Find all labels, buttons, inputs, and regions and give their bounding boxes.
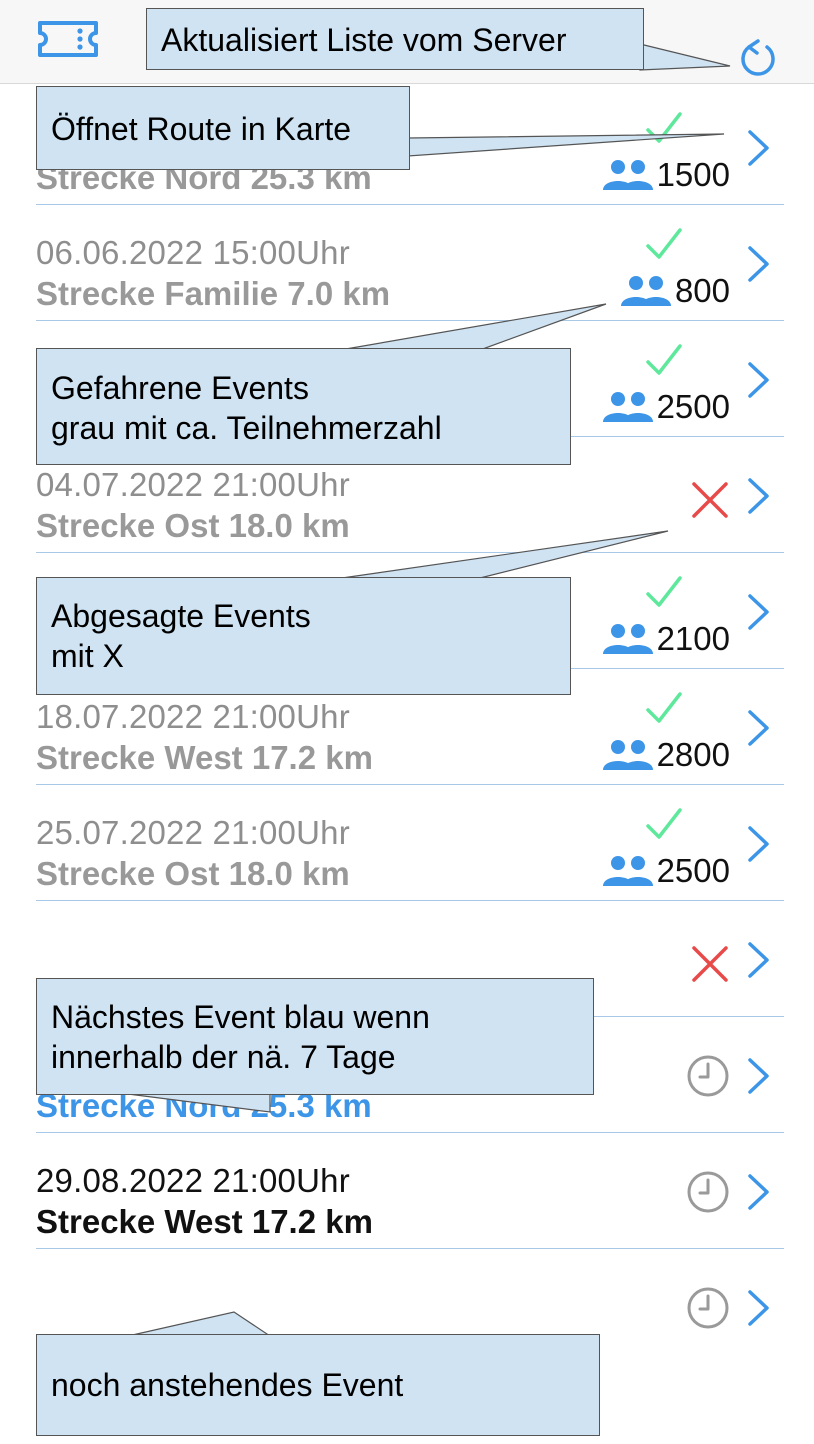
participant-count: 2500 (601, 388, 730, 426)
checkmark-icon (642, 338, 686, 382)
chevron-right-icon[interactable] (746, 128, 772, 168)
callout-upcoming-event: noch anstehendes Event (36, 1334, 600, 1436)
event-row[interactable]: 25.07.2022 21:00Uhr Strecke Ost 18.0 km 25… (36, 786, 784, 902)
event-route: Strecke Familie 7.0 km (36, 275, 391, 312)
people-icon (619, 274, 673, 308)
refresh-icon[interactable] (737, 38, 779, 80)
ticket-icon[interactable] (36, 19, 100, 59)
event-route: Strecke West 17.2 km (36, 739, 373, 776)
clock-icon (686, 1170, 730, 1214)
participant-count: 2500 (601, 852, 730, 890)
people-icon (601, 854, 655, 888)
row-divider (36, 1132, 784, 1133)
participant-count: 2800 (601, 736, 730, 774)
participant-count: 2100 (601, 620, 730, 658)
callout-route-text: Öffnet Route in Karte (51, 111, 352, 147)
participant-count-value: 2100 (656, 620, 730, 657)
callout-past-line1: Gefahrene Events (51, 370, 309, 406)
callout-past-line2: grau mit ca. Teilnehmerzahl (51, 410, 442, 446)
row-divider (36, 320, 784, 321)
clock-icon (686, 1286, 730, 1330)
chevron-right-icon[interactable] (746, 1288, 772, 1328)
row-divider (36, 1248, 784, 1249)
event-date: 25.07.2022 21:00Uhr (36, 814, 350, 851)
event-date: 04.07.2022 21:00Uhr (36, 466, 350, 503)
cancelled-x-icon (688, 942, 732, 986)
event-route: Strecke Ost 18.0 km (36, 855, 350, 892)
chevron-right-icon[interactable] (746, 592, 772, 632)
people-icon (601, 158, 655, 192)
participant-count-value: 2800 (656, 736, 730, 773)
checkmark-icon (642, 570, 686, 614)
participant-count: 800 (619, 272, 730, 310)
row-divider (36, 784, 784, 785)
callout-past-events: Gefahrene Events grau mit ca. Teilnehmer… (36, 348, 571, 465)
cancelled-x-icon (688, 478, 732, 522)
checkmark-icon (642, 802, 686, 846)
callout-next-event: Nächstes Event blau wenn innerhalb der n… (36, 978, 594, 1095)
chevron-right-icon[interactable] (746, 824, 772, 864)
event-date: 18.07.2022 21:00Uhr (36, 698, 350, 735)
chevron-right-icon[interactable] (746, 1056, 772, 1096)
callout-cancel-line2: mit X (51, 638, 124, 674)
participant-count: 1500 (601, 156, 730, 194)
event-row[interactable]: 29.08.2022 21:00Uhr Strecke West 17.2 km (36, 1134, 784, 1250)
callout-cancelled-events: Abgesagte Events mit X (36, 577, 571, 695)
row-divider (36, 204, 784, 205)
people-icon (601, 622, 655, 656)
chevron-right-icon[interactable] (746, 244, 772, 284)
event-date: 06.06.2022 15:00Uhr (36, 234, 350, 271)
callout-upcoming-text: noch anstehendes Event (51, 1367, 404, 1403)
event-row[interactable]: 06.06.2022 15:00Uhr Strecke Familie 7.0 k… (36, 206, 784, 322)
callout-cancel-line1: Abgesagte Events (51, 598, 311, 634)
checkmark-icon (642, 222, 686, 266)
event-date: 29.08.2022 21:00Uhr (36, 1162, 350, 1199)
callout-refresh: Aktualisiert Liste vom Server (146, 8, 644, 70)
people-icon (601, 738, 655, 772)
people-icon (601, 390, 655, 424)
participant-count-value: 1500 (656, 156, 730, 193)
callout-next-line1: Nächstes Event blau wenn (51, 999, 430, 1035)
chevron-right-icon[interactable] (746, 1172, 772, 1212)
checkmark-icon (642, 686, 686, 730)
chevron-right-icon[interactable] (746, 708, 772, 748)
chevron-right-icon[interactable] (746, 476, 772, 516)
callout-next-line2: innerhalb der nä. 7 Tage (51, 1039, 396, 1075)
row-divider (36, 900, 784, 901)
chevron-right-icon[interactable] (746, 940, 772, 980)
chevron-right-icon[interactable] (746, 360, 772, 400)
clock-icon (686, 1054, 730, 1098)
callout-refresh-text: Aktualisiert Liste vom Server (161, 22, 567, 58)
event-route: Strecke West 17.2 km (36, 1203, 373, 1240)
participant-count-value: 2500 (656, 852, 730, 889)
callout-route: Öffnet Route in Karte (36, 86, 410, 170)
row-divider (36, 552, 784, 553)
participant-count-value: 800 (674, 272, 730, 309)
event-route: Strecke Ost 18.0 km (36, 507, 350, 544)
checkmark-icon (642, 106, 686, 150)
app-screen: Strecke Nord 25.3 km 1500 06.06.2022 15:00… (0, 0, 814, 1444)
participant-count-value: 2500 (656, 388, 730, 425)
